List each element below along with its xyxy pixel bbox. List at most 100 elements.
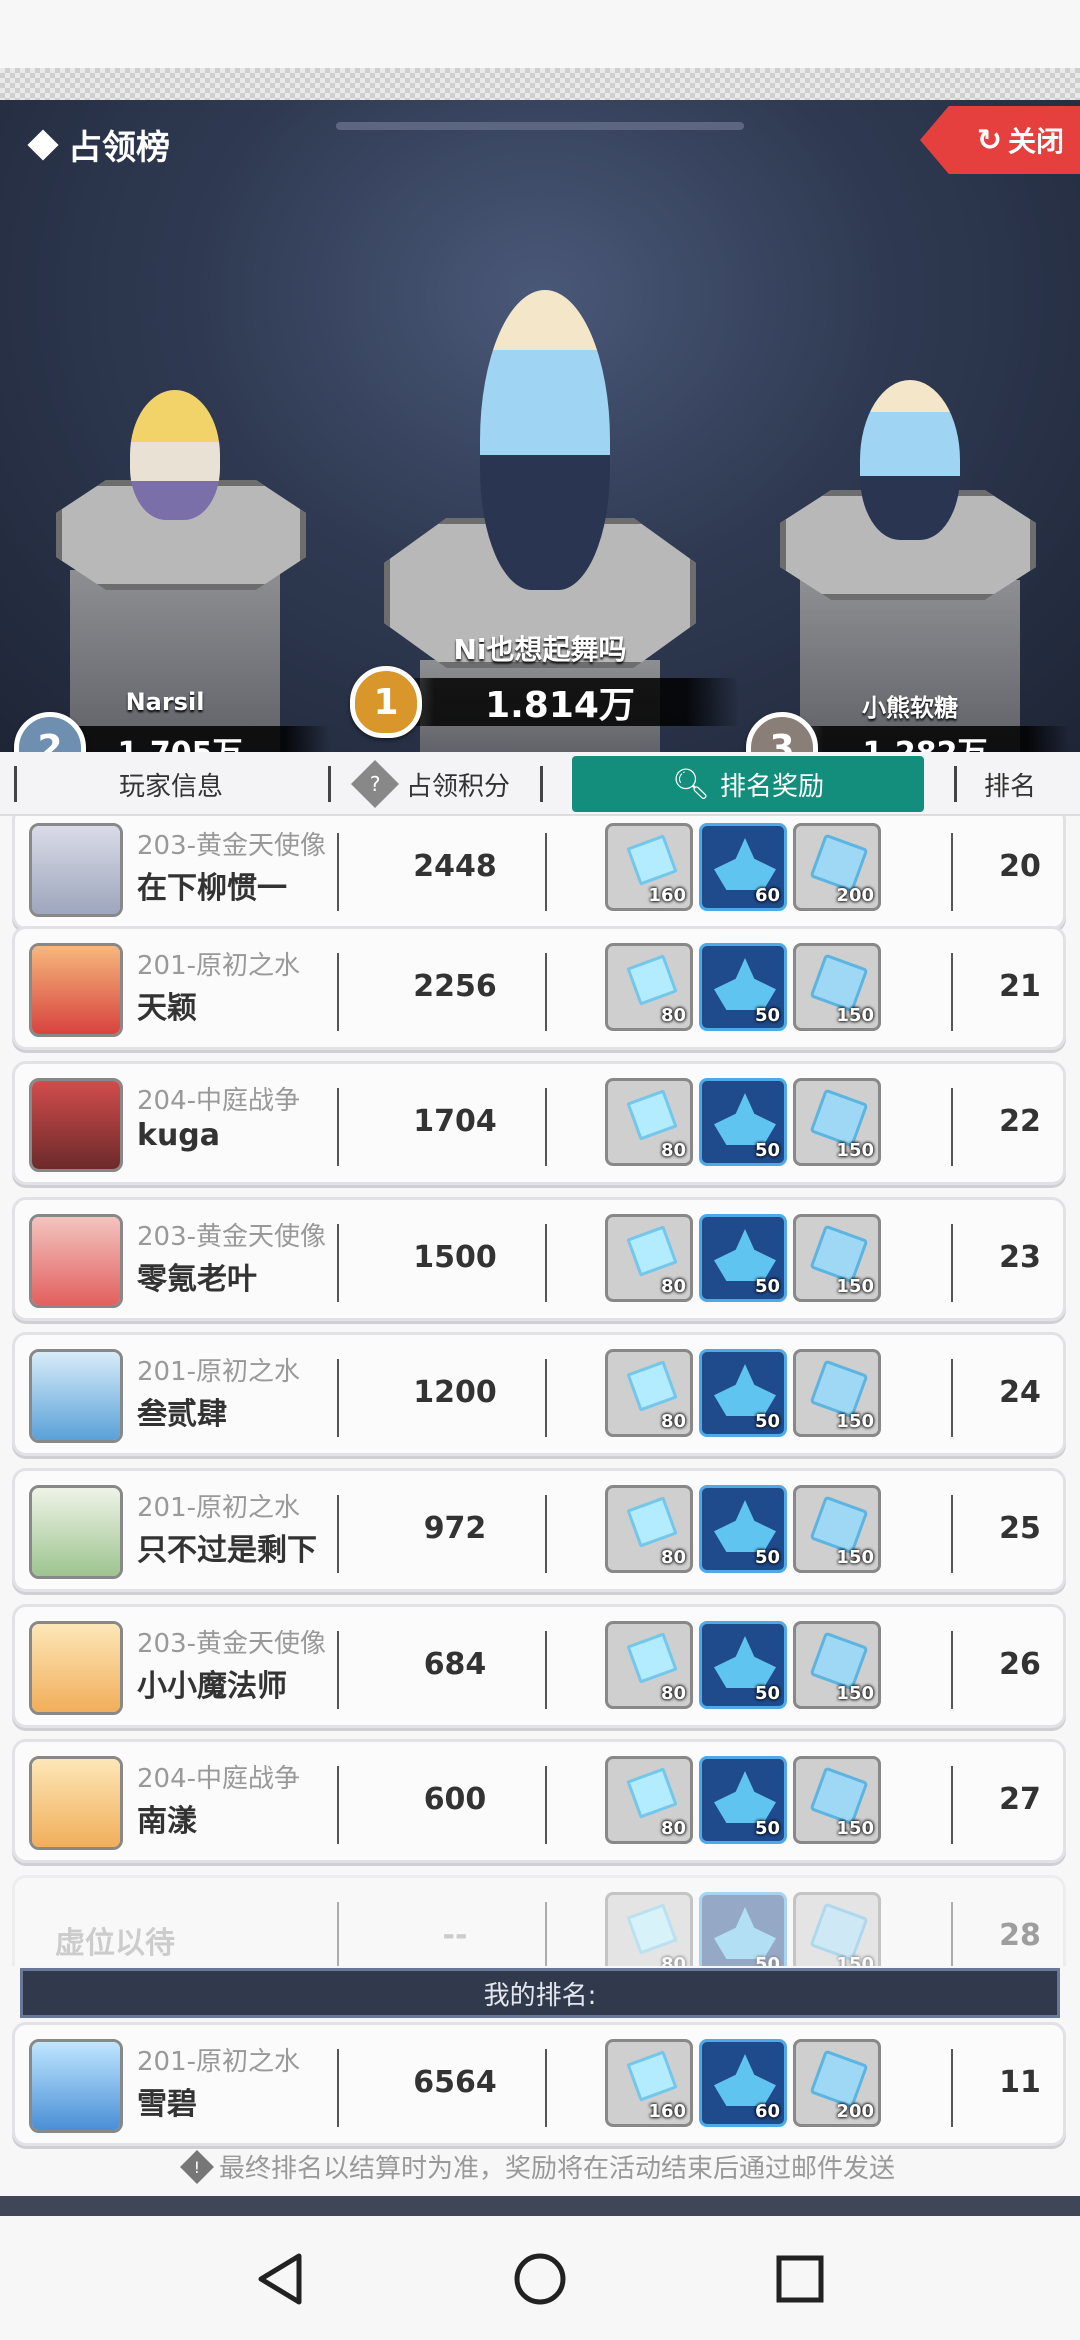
column-separator — [545, 1224, 547, 1302]
reward-cube-icon[interactable]: 80 — [605, 1621, 693, 1709]
column-separator — [545, 1631, 547, 1709]
my-rank-label: 我的排名: — [483, 1980, 597, 2011]
player-name: 南漾 — [137, 1804, 197, 1839]
podium-name-1: Ni也想起舞吗 — [453, 633, 627, 666]
tab-score[interactable]: ? 占领积分 — [328, 752, 540, 816]
table-row[interactable]: 204-中庭战争 南漾 600 80 50 150 27 — [12, 1739, 1066, 1863]
reward-crystal-icon[interactable]: 50 — [699, 1485, 787, 1573]
rank-value: 11 — [999, 2065, 1041, 2100]
table-row[interactable]: 203-黄金天使像 小小魔法师 684 80 50 150 26 — [12, 1604, 1066, 1728]
player-name: 天颖 — [137, 991, 197, 1026]
reward-gem-icon[interactable]: 150 — [793, 1756, 881, 1844]
column-separator — [545, 1495, 547, 1573]
server-label: 201-原初之水 — [137, 951, 301, 981]
table-row[interactable]: 203-黄金天使像 在下柳惯一 2448 160 60 200 20 — [12, 816, 1066, 930]
table-row[interactable]: 203-黄金天使像 零氪老叶 1500 80 50 150 23 — [12, 1197, 1066, 1321]
reward-gem-icon[interactable]: 150 — [793, 1621, 881, 1709]
column-separator — [337, 1088, 339, 1166]
reward-gem-icon[interactable]: 150 — [793, 1078, 881, 1166]
player-name: kuga — [137, 1118, 221, 1153]
reward-crystal-icon[interactable]: 50 — [699, 1621, 787, 1709]
back-icon[interactable] — [250, 2249, 310, 2309]
avatar[interactable] — [29, 2039, 123, 2133]
close-button[interactable]: ↻ 关闭 — [920, 106, 1080, 174]
home-icon[interactable] — [510, 2249, 570, 2309]
tab-rewards[interactable]: 🔍︎ 排名奖励 — [572, 756, 924, 812]
avatar[interactable] — [29, 823, 123, 917]
reward-qty: 50 — [754, 1954, 780, 1966]
table-row[interactable]: 201-原初之水 叁贰肆 1200 80 50 150 24 — [12, 1332, 1066, 1456]
reward-gem-icon[interactable]: 200 — [793, 2039, 881, 2127]
reward-cube-icon[interactable]: 80 — [605, 1756, 693, 1844]
column-separator — [951, 1224, 953, 1302]
reward-cube-icon[interactable]: 160 — [605, 2039, 693, 2127]
column-separator — [337, 1359, 339, 1437]
avatar[interactable] — [29, 1078, 123, 1172]
question-icon[interactable]: ? — [350, 759, 400, 809]
reward-qty: 80 — [660, 1005, 686, 1026]
reward-gem-icon[interactable]: 150 — [793, 1349, 881, 1437]
table-row[interactable]: 虚位以待 -- 80 50 150 28 — [12, 1875, 1066, 1966]
score-value: 684 — [423, 1647, 487, 1682]
reward-qty: 80 — [660, 1683, 686, 1704]
reward-gem-icon[interactable]: 150 — [793, 1892, 881, 1966]
drag-handle[interactable] — [336, 122, 744, 130]
rank-value: 25 — [999, 1511, 1041, 1546]
column-separator — [545, 833, 547, 911]
reward-qty: 200 — [836, 885, 874, 906]
reward-cube-icon[interactable]: 80 — [605, 1214, 693, 1302]
rank-value: 28 — [999, 1918, 1041, 1953]
rank-value: 24 — [999, 1375, 1041, 1410]
reward-gem-icon[interactable]: 150 — [793, 1214, 881, 1302]
tab-rank[interactable]: 排名 — [954, 752, 1066, 816]
table-row[interactable]: 201-原初之水 天颖 2256 80 50 150 21 — [12, 926, 1066, 1050]
column-separator — [545, 1902, 547, 1966]
reward-cube-icon[interactable]: 80 — [605, 943, 693, 1031]
tab-separator-wrap — [540, 752, 560, 816]
score-value: 1704 — [413, 1104, 497, 1139]
reward-cube-icon[interactable]: 80 — [605, 1078, 693, 1166]
reward-gem-icon[interactable]: 200 — [793, 823, 881, 911]
reward-crystal-icon[interactable]: 60 — [699, 823, 787, 911]
avatar[interactable] — [29, 943, 123, 1037]
ranking-list[interactable]: 203-黄金天使像 在下柳惯一 2448 160 60 200 20 201-原… — [0, 816, 1080, 1966]
tab-separator — [540, 766, 543, 802]
column-separator — [951, 1902, 953, 1966]
table-row[interactable]: 204-中庭战争 kuga 1704 80 50 150 22 — [12, 1061, 1066, 1185]
reward-qty: 160 — [648, 885, 686, 906]
my-rank-row[interactable]: 201-原初之水 雪碧 6564 160 60 200 11 — [12, 2022, 1066, 2146]
reward-crystal-icon[interactable]: 50 — [699, 1349, 787, 1437]
tab-player-info[interactable]: 玩家信息 — [14, 752, 328, 816]
reward-crystal-icon[interactable]: 60 — [699, 2039, 787, 2127]
reward-gem-icon[interactable]: 150 — [793, 943, 881, 1031]
reward-crystal-icon[interactable]: 50 — [699, 1892, 787, 1966]
recents-icon[interactable] — [770, 2249, 830, 2309]
player-name: 在下柳惯一 — [137, 871, 287, 906]
column-separator — [951, 1766, 953, 1844]
reward-crystal-icon[interactable]: 50 — [699, 1756, 787, 1844]
reward-crystal-icon[interactable]: 50 — [699, 1078, 787, 1166]
reward-gem-icon[interactable]: 150 — [793, 1485, 881, 1573]
avatar[interactable] — [29, 1621, 123, 1715]
avatar[interactable] — [29, 1756, 123, 1850]
score-value: 2448 — [413, 849, 497, 884]
reward-crystal-icon[interactable]: 50 — [699, 1214, 787, 1302]
reward-cube-icon[interactable]: 80 — [605, 1349, 693, 1437]
avatar[interactable] — [29, 1214, 123, 1308]
avatar[interactable] — [29, 1349, 123, 1443]
table-row[interactable]: 201-原初之水 只不过是剩下 972 80 50 150 25 — [12, 1468, 1066, 1592]
podium-score-2-text: 1.705万 — [118, 728, 243, 752]
reward-qty: 50 — [754, 1140, 780, 1161]
reward-cube-icon[interactable]: 80 — [605, 1892, 693, 1966]
status-bar — [0, 0, 1080, 68]
reward-crystal-icon[interactable]: 50 — [699, 943, 787, 1031]
podium-name-3: 小熊软糖 — [862, 694, 958, 722]
score-value: -- — [442, 1918, 468, 1953]
my-rank-label-bar: 我的排名: — [20, 1968, 1060, 2018]
reward-qty: 80 — [660, 1411, 686, 1432]
avatar[interactable] — [29, 1485, 123, 1579]
column-separator — [951, 1495, 953, 1573]
reward-cube-icon[interactable]: 160 — [605, 823, 693, 911]
reward-cube-icon[interactable]: 80 — [605, 1485, 693, 1573]
reward-qty: 150 — [836, 1954, 874, 1966]
